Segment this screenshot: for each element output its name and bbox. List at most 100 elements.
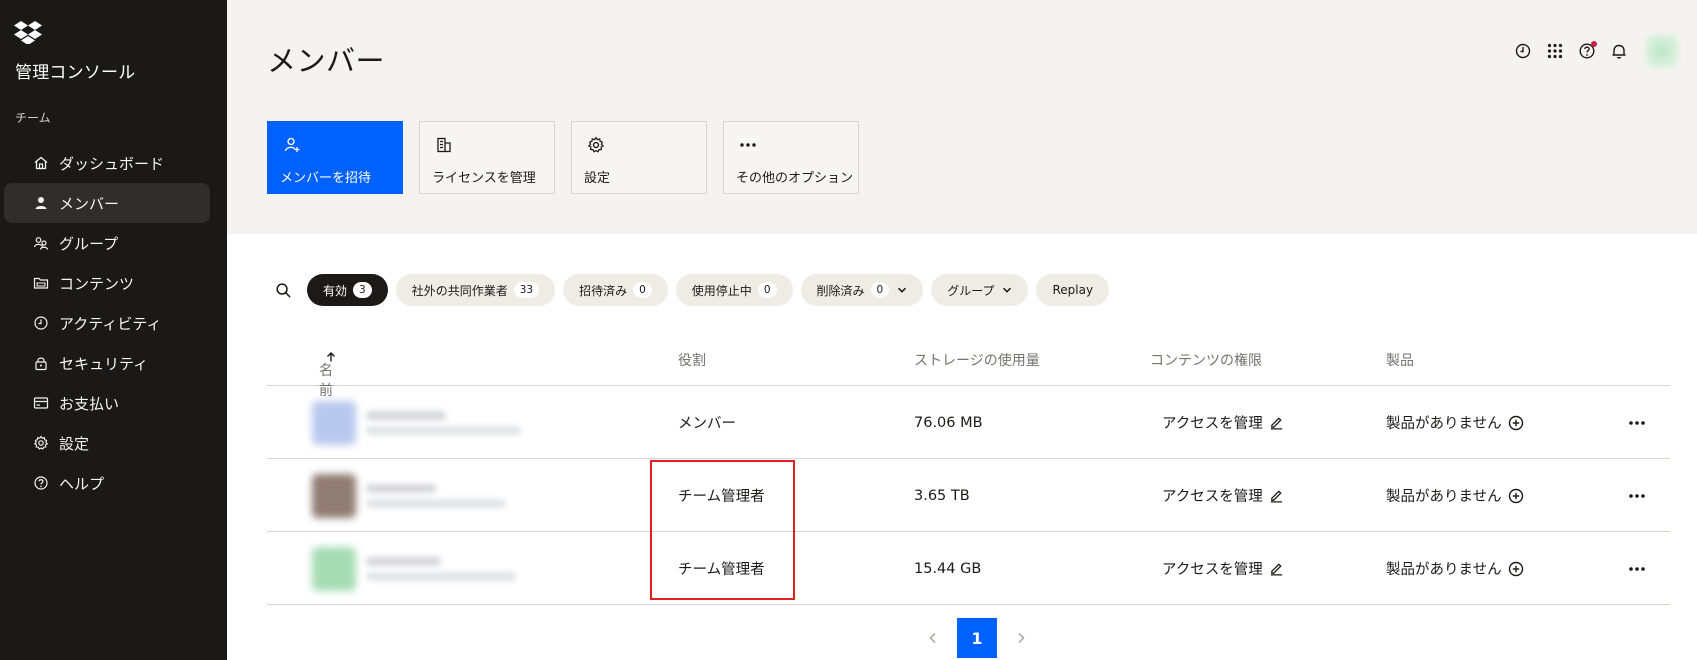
- action-label: ライセンスを管理: [432, 171, 536, 186]
- storage-cell: 15.44 GB: [914, 560, 982, 577]
- sidebar-item-label: お支払い: [59, 394, 120, 413]
- sidebar-item-label: ダッシュボード: [59, 154, 165, 173]
- bell-icon[interactable]: [1609, 41, 1629, 61]
- avatar: [312, 400, 356, 445]
- action-cards: メンバーを招待 ライセンスを管理 設定 その他のオプション: [267, 121, 875, 194]
- filter-chip-groups[interactable]: グループ: [931, 274, 1029, 306]
- add-product-link[interactable]: 製品がありません: [1386, 532, 1524, 605]
- chip-label: グループ: [947, 283, 995, 298]
- filter-chip-deleted[interactable]: 削除済み 0: [800, 274, 924, 306]
- more-options-icon[interactable]: [1625, 484, 1649, 508]
- column-header-content: コンテンツの権限: [1150, 353, 1262, 369]
- row-actions: [1625, 532, 1649, 605]
- table-row[interactable]: チーム管理者 15.44 GB アクセスを管理 製品がありません: [267, 532, 1670, 605]
- lock-icon: [33, 355, 49, 371]
- chip-label: 使用停止中: [691, 283, 752, 298]
- home-icon: [33, 155, 49, 171]
- settings-button[interactable]: 設定: [571, 121, 707, 194]
- sidebar-item-help[interactable]: ヘルプ: [4, 463, 210, 503]
- folder-icon: [33, 275, 49, 291]
- chip-count: 0: [633, 282, 652, 298]
- page-number-current[interactable]: 1: [957, 618, 997, 658]
- member-identity: [312, 386, 521, 459]
- more-options-button[interactable]: その他のオプション: [723, 121, 859, 194]
- clock-icon: [33, 315, 49, 331]
- chip-count: 0: [870, 282, 890, 298]
- sidebar-item-security[interactable]: セキュリティ: [4, 343, 210, 383]
- chevron-down-icon: [1003, 287, 1012, 293]
- table-header: 名前 役割 ストレージの使用量 コンテンツの権限 製品: [267, 340, 1670, 399]
- add-product-link[interactable]: 製品がありません: [1386, 459, 1524, 532]
- filter-chip-active[interactable]: 有効 3: [307, 274, 388, 306]
- column-header-role: 役割: [678, 353, 706, 369]
- manage-access-label: アクセスを管理: [1162, 562, 1263, 578]
- sidebar-item-billing[interactable]: お支払い: [4, 383, 210, 423]
- filter-chip-external-collaborators[interactable]: 社外の共同作業者 33: [395, 274, 556, 306]
- help-icon[interactable]: [1577, 41, 1597, 61]
- more-options-icon[interactable]: [1625, 557, 1649, 581]
- product-label: 製品がありません: [1386, 416, 1502, 432]
- member-identity: [312, 532, 516, 605]
- app-grid-icon[interactable]: [1545, 41, 1565, 61]
- building-icon: [437, 137, 451, 153]
- gear-icon: [587, 136, 605, 153]
- manage-access-link[interactable]: アクセスを管理: [1162, 459, 1284, 532]
- invite-member-button[interactable]: メンバーを招待: [267, 121, 403, 194]
- chip-label: 招待済み: [579, 283, 628, 298]
- chevron-left-icon[interactable]: [921, 626, 945, 650]
- filter-chip-suspended[interactable]: 使用停止中 0: [675, 274, 793, 306]
- chip-label: Replay: [1052, 283, 1094, 297]
- highlight-annotation: [650, 460, 795, 600]
- manage-licenses-button[interactable]: ライセンスを管理: [419, 121, 555, 194]
- manage-access-link[interactable]: アクセスを管理: [1162, 386, 1284, 459]
- sidebar: 管理コンソール チーム ダッシュボード メンバー グループ コンテンツ アクティ…: [0, 0, 227, 660]
- chevron-right-icon[interactable]: [1009, 626, 1033, 650]
- search-icon[interactable]: [270, 277, 296, 303]
- add-person-icon: [284, 137, 300, 152]
- table-row[interactable]: メンバー 76.06 MB アクセスを管理 製品がありません: [267, 386, 1670, 459]
- storage-cell: 76.06 MB: [914, 414, 983, 431]
- sidebar-nav: ダッシュボード メンバー グループ コンテンツ アクティビティ セキュリティ お…: [4, 143, 210, 503]
- help-icon: [33, 475, 49, 491]
- table-row[interactable]: チーム管理者 3.65 TB アクセスを管理 製品がありません: [267, 459, 1670, 532]
- manage-access-link[interactable]: アクセスを管理: [1162, 532, 1284, 605]
- members-table: 名前 役割 ストレージの使用量 コンテンツの権限 製品 メンバー 76.06 M…: [267, 340, 1670, 605]
- section-label: チーム: [15, 111, 51, 125]
- page-title: メンバー: [267, 44, 386, 78]
- manage-access-label: アクセスを管理: [1162, 489, 1263, 505]
- product-label: 製品がありません: [1386, 562, 1502, 578]
- add-circle-icon: [1508, 488, 1523, 503]
- row-actions: [1625, 459, 1649, 532]
- action-label: その他のオプション: [736, 171, 854, 186]
- add-product-link[interactable]: 製品がありません: [1386, 386, 1524, 459]
- more-options-icon[interactable]: [1625, 411, 1649, 435]
- filter-chip-invited[interactable]: 招待済み 0: [563, 274, 668, 306]
- dropbox-logo[interactable]: [14, 20, 42, 44]
- sidebar-item-label: グループ: [59, 234, 119, 253]
- sidebar-item-label: コンテンツ: [59, 274, 135, 293]
- user-avatar[interactable]: [1645, 34, 1679, 68]
- chip-count: 3: [353, 282, 372, 298]
- sidebar-item-settings[interactable]: 設定: [4, 423, 210, 463]
- pagination: 1: [915, 618, 1039, 658]
- top-toolbar: [1501, 34, 1679, 68]
- avatar: [312, 546, 356, 591]
- chip-count: 33: [513, 282, 540, 298]
- console-title: 管理コンソール: [15, 63, 136, 83]
- more-icon: [740, 143, 756, 147]
- group-icon: [33, 235, 49, 251]
- history-icon[interactable]: [1513, 41, 1533, 61]
- product-label: 製品がありません: [1386, 489, 1502, 505]
- role-cell: メンバー: [678, 416, 736, 432]
- sidebar-item-label: メンバー: [59, 194, 120, 213]
- filter-chip-replay[interactable]: Replay: [1036, 274, 1110, 306]
- blurred-name: [366, 408, 521, 438]
- sidebar-item-members[interactable]: メンバー: [4, 183, 210, 223]
- sidebar-item-dashboard[interactable]: ダッシュボード: [4, 143, 210, 183]
- column-header-name[interactable]: 名前: [319, 350, 337, 399]
- sidebar-item-content[interactable]: コンテンツ: [4, 263, 210, 303]
- sidebar-item-label: ヘルプ: [59, 474, 105, 493]
- add-circle-icon: [1508, 561, 1523, 576]
- sidebar-item-groups[interactable]: グループ: [4, 223, 210, 263]
- sidebar-item-activity[interactable]: アクティビティ: [4, 303, 210, 343]
